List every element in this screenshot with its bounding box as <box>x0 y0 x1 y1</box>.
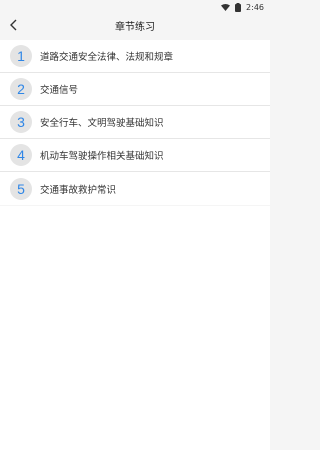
battery-icon <box>235 2 242 12</box>
chapter-title: 交通事故救护常识 <box>40 184 117 196</box>
chapter-item-5[interactable]: 5 交通事故救护常识 <box>0 172 270 205</box>
chapter-title: 机动车驾驶操作相关基础知识 <box>40 151 164 162</box>
page-title: 章节练习 <box>115 21 155 33</box>
back-button[interactable] <box>4 16 22 34</box>
chapter-item-4[interactable]: 4 机动车驾驶操作相关基础知识 <box>0 139 270 172</box>
chapter-number-badge: 2 <box>10 78 32 100</box>
chevron-left-icon <box>9 16 17 35</box>
empty-area <box>0 206 270 450</box>
chapter-title: 安全行车、文明驾驶基础知识 <box>40 118 164 129</box>
wifi-icon <box>221 3 231 11</box>
chapter-number-badge: 3 <box>10 111 32 133</box>
chapter-number-badge: 4 <box>10 144 32 166</box>
nav-bar: 章节练习 <box>0 14 270 36</box>
chapter-number-badge: 1 <box>10 45 32 67</box>
chapter-title: 道路交通安全法律、法规和规章 <box>40 52 174 63</box>
chapter-list: 1 道路交通安全法律、法规和规章 2 交通信号 3 安全行车、文明驾驶基础知识 … <box>0 40 270 205</box>
chapter-item-2[interactable]: 2 交通信号 <box>0 73 270 106</box>
chapter-number-badge: 5 <box>10 177 32 200</box>
chapter-item-3[interactable]: 3 安全行车、文明驾驶基础知识 <box>0 106 270 139</box>
status-bar: 2:46 <box>0 0 270 14</box>
chapter-item-1[interactable]: 1 道路交通安全法律、法规和规章 <box>0 40 270 73</box>
chapter-title: 交通信号 <box>40 85 79 96</box>
status-time: 2:46 <box>246 2 264 12</box>
